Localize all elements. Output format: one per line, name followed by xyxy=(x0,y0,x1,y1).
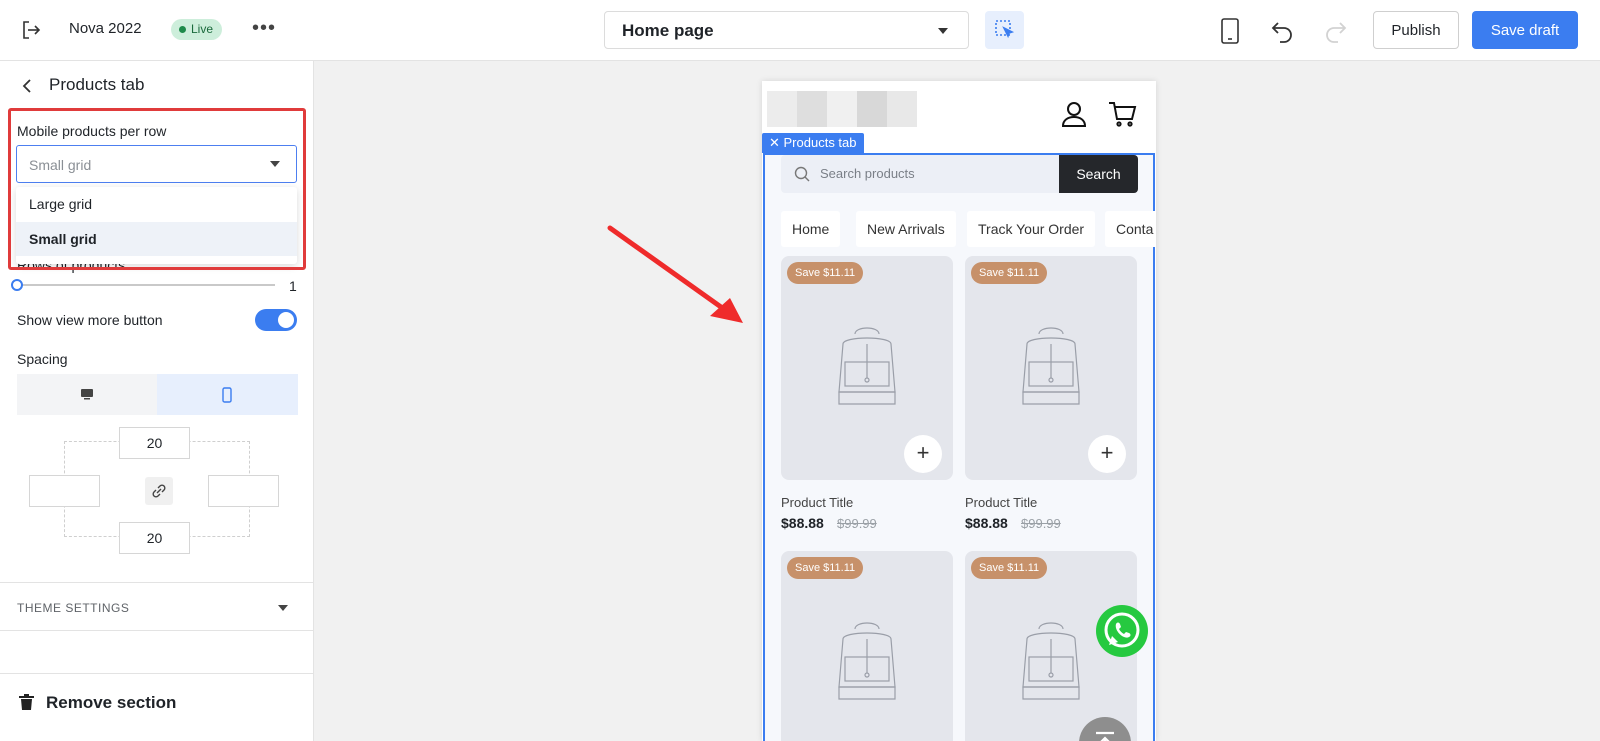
select-cursor-icon xyxy=(995,20,1015,39)
spacing-device-tabs xyxy=(17,374,298,415)
spacing-top-input[interactable]: 20 xyxy=(119,427,190,459)
view-more-toggle-label: Show view more button xyxy=(17,312,163,328)
view-more-toggle[interactable] xyxy=(255,309,297,331)
mobile-icon xyxy=(222,387,232,403)
discount-badge: Save $11.11 xyxy=(971,557,1048,579)
whatsapp-button[interactable] xyxy=(1096,605,1148,657)
theme-settings-label: THEME SETTINGS xyxy=(17,601,130,615)
product-image[interactable]: Save $11.11 + xyxy=(965,256,1137,480)
remove-section-label: Remove section xyxy=(46,693,177,712)
trash-icon xyxy=(19,694,34,710)
spacing-right-input[interactable] xyxy=(208,475,279,507)
page-selector[interactable]: Home page xyxy=(604,11,969,49)
redo-icon[interactable] xyxy=(1322,18,1348,44)
rows-slider-track[interactable] xyxy=(17,284,275,286)
remove-section-button[interactable]: Remove section xyxy=(0,673,313,741)
section-tag[interactable]: ✕ Products tab xyxy=(762,133,864,153)
nav-item-track-order[interactable]: Track Your Order xyxy=(967,211,1096,247)
settings-sidebar: Products tab Mobile products per row Sma… xyxy=(0,61,314,741)
toggle-knob xyxy=(278,312,294,328)
undo-icon[interactable] xyxy=(1270,18,1296,44)
spacing-label: Spacing xyxy=(17,351,68,367)
back-to-top-button[interactable] xyxy=(1079,717,1131,741)
backpack-placeholder-icon xyxy=(1022,327,1080,405)
top-bar: Nova 2022 Live ••• Home page Publish Sav… xyxy=(0,0,1600,61)
discount-badge: Save $11.11 xyxy=(787,262,864,284)
search-placeholder: Search products xyxy=(820,166,915,181)
desktop-icon xyxy=(81,389,93,400)
store-logo xyxy=(767,91,917,127)
product-old-price: $99.99 xyxy=(1021,516,1061,531)
live-label: Live xyxy=(191,22,214,36)
select-element-button[interactable] xyxy=(985,11,1024,49)
arrow-up-icon xyxy=(1096,731,1114,741)
spacing-left-input[interactable] xyxy=(29,475,100,507)
spacing-bottom-input[interactable]: 20 xyxy=(119,522,190,554)
whatsapp-icon xyxy=(1104,612,1140,648)
chevron-down-icon xyxy=(938,28,948,34)
rows-slider-handle[interactable] xyxy=(11,279,23,291)
highlight-box xyxy=(8,108,306,270)
section-tag-label: Products tab xyxy=(783,135,857,150)
search-button[interactable]: Search xyxy=(1059,155,1138,193)
backpack-placeholder-icon xyxy=(838,622,896,700)
cart-icon[interactable] xyxy=(1107,99,1137,129)
live-dot-icon xyxy=(179,26,186,33)
link-icon xyxy=(152,484,166,498)
tab-mobile[interactable] xyxy=(157,374,298,415)
backpack-placeholder-icon xyxy=(838,327,896,405)
nav-item-home[interactable]: Home xyxy=(781,211,841,247)
nav-item-new-arrivals[interactable]: New Arrivals xyxy=(856,211,956,247)
publish-button[interactable]: Publish xyxy=(1373,11,1459,49)
page-selector-label: Home page xyxy=(622,21,714,40)
close-icon[interactable]: ✕ xyxy=(769,135,784,150)
chevron-down-icon xyxy=(278,605,288,611)
annotation-arrow-icon xyxy=(607,225,743,323)
tab-desktop[interactable] xyxy=(17,374,157,415)
mobile-view-icon[interactable] xyxy=(1220,18,1240,44)
add-to-cart-button[interactable]: + xyxy=(1088,435,1126,473)
product-old-price: $99.99 xyxy=(837,516,877,531)
product-price: $88.88 xyxy=(965,515,1008,531)
link-spacing-button[interactable] xyxy=(145,477,173,505)
product-price: $88.88 xyxy=(781,515,824,531)
mobile-preview: ✕ Products tab Search products Search Ho… xyxy=(762,81,1156,741)
product-title[interactable]: Product Title xyxy=(781,495,853,510)
site-name: Nova 2022 xyxy=(69,20,142,37)
back-arrow-icon[interactable] xyxy=(20,77,36,95)
discount-badge: Save $11.11 xyxy=(787,557,864,579)
live-badge: Live xyxy=(171,19,223,40)
theme-settings-section[interactable]: THEME SETTINGS xyxy=(0,582,313,631)
add-to-cart-button[interactable]: + xyxy=(904,435,942,473)
search-icon xyxy=(794,166,810,182)
panel-title: Products tab xyxy=(49,75,145,94)
backpack-placeholder-icon xyxy=(1022,622,1080,700)
discount-badge: Save $11.11 xyxy=(971,262,1048,284)
exit-icon[interactable] xyxy=(20,19,42,41)
product-image[interactable]: Save $11.11 xyxy=(781,551,953,741)
products-tab-section[interactable]: Search products Search Home New Arrivals… xyxy=(763,153,1156,741)
product-image[interactable]: Save $11.11 + xyxy=(781,256,953,480)
more-options-icon[interactable]: ••• xyxy=(252,18,278,42)
user-icon[interactable] xyxy=(1059,99,1089,129)
save-draft-button[interactable]: Save draft xyxy=(1472,11,1578,49)
nav-item-contact[interactable]: Conta xyxy=(1105,211,1156,247)
rows-slider-value: 1 xyxy=(289,278,297,294)
product-title[interactable]: Product Title xyxy=(965,495,1037,510)
